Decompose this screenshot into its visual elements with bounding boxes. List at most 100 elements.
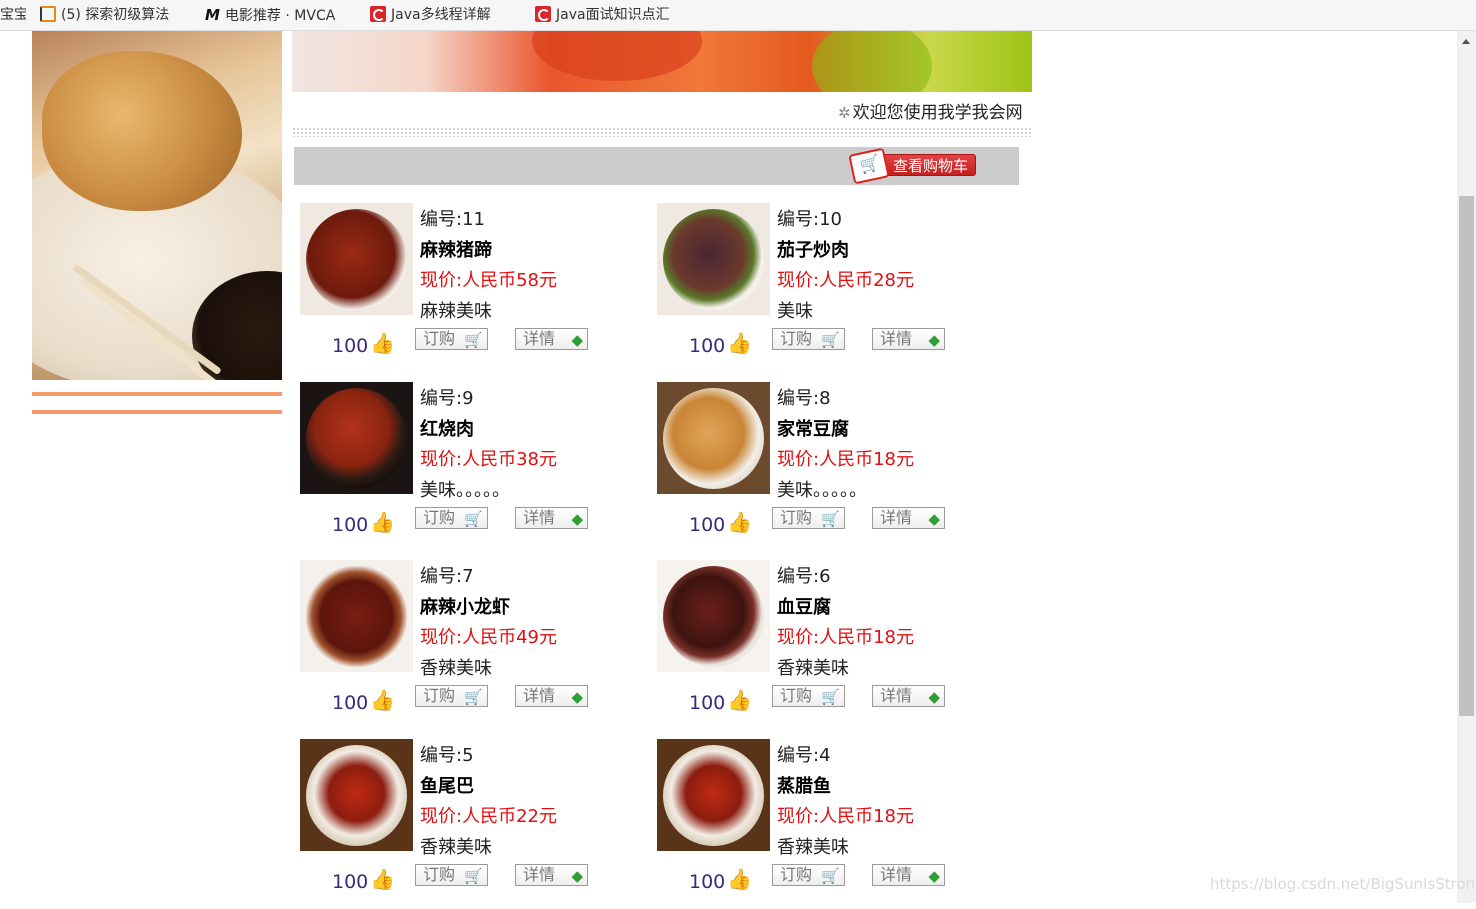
like-count[interactable]: 100 👍 (332, 688, 395, 714)
like-count[interactable]: 100 👍 (332, 510, 395, 536)
product-image[interactable] (300, 739, 413, 851)
product-price: 现价:人民币18元 (777, 806, 914, 827)
order-button[interactable]: 订购 🛒 (772, 328, 845, 350)
product-name: 红烧肉 (420, 419, 474, 440)
product-price: 现价:人民币49元 (420, 627, 557, 648)
like-count[interactable]: 100 👍 (332, 867, 395, 893)
order-button[interactable]: 订购 🛒 (772, 507, 845, 529)
product-number: 编号:7 (420, 566, 474, 587)
divider-line (32, 392, 282, 396)
product-number: 编号:9 (420, 388, 474, 409)
thumbs-up-icon: 👍 (727, 867, 753, 891)
bookmark-item[interactable]: Java面试知识点汇 (535, 5, 683, 25)
like-count[interactable]: 100 👍 (689, 510, 752, 536)
bookmark-item[interactable]: 宝宝 (0, 5, 26, 25)
cart-icon: 🛒 (464, 510, 483, 528)
product-number: 编号:11 (420, 209, 485, 230)
product-image[interactable] (300, 382, 413, 494)
like-count[interactable]: 100 👍 (689, 331, 752, 357)
csdn-icon (535, 6, 551, 22)
detail-button[interactable]: 详情 ◆ (872, 507, 945, 529)
product-description: 香辣美味 (777, 658, 849, 679)
product-image[interactable] (300, 560, 413, 672)
header-banner (292, 31, 1032, 92)
product-image[interactable] (300, 203, 413, 315)
like-count[interactable]: 100 👍 (689, 688, 752, 714)
watermark: https://blog.csdn.net/BigSunIsStrong (1210, 875, 1476, 893)
detail-button[interactable]: 详情 ◆ (515, 864, 588, 886)
product-item: 编号:7 麻辣小龙虾 现价:人民币49元 香辣美味 100 👍 订购 🛒 详情 ◆ (300, 560, 620, 730)
product-item: 编号:10 茄子炒肉 现价:人民币28元 美味 100 👍 订购 🛒 详情 ◆ (657, 203, 977, 373)
product-number: 编号:10 (777, 209, 842, 230)
bookmark-label: Java多线程详解 (391, 7, 491, 23)
product-price: 现价:人民币18元 (777, 627, 914, 648)
product-name: 鱼尾巴 (420, 776, 474, 797)
product-price: 现价:人民币58元 (420, 270, 557, 291)
product-name: 蒸腊鱼 (777, 776, 831, 797)
detail-button[interactable]: 详情 ◆ (515, 328, 588, 350)
order-button[interactable]: 订购 🛒 (772, 685, 845, 707)
detail-button[interactable]: 详情 ◆ (872, 685, 945, 707)
product-description: 麻辣美味 (420, 301, 492, 322)
product-number: 编号:6 (777, 566, 831, 587)
side-photo (32, 31, 282, 380)
detail-icon: ◆ (928, 510, 940, 528)
like-count[interactable]: 100 👍 (689, 867, 752, 893)
detail-button[interactable]: 详情 ◆ (515, 507, 588, 529)
product-name: 家常豆腐 (777, 419, 849, 440)
order-button[interactable]: 订购 🛒 (415, 685, 488, 707)
product-number: 编号:5 (420, 745, 474, 766)
detail-button[interactable]: 详情 ◆ (515, 685, 588, 707)
bookmark-label: 宝宝 (0, 7, 26, 23)
order-button[interactable]: 订购 🛒 (415, 328, 488, 350)
product-item: 编号:9 红烧肉 现价:人民币38元 美味。。。。。 100 👍 订购 🛒 详情 ◆ (300, 382, 620, 552)
bookmarks-bar: 宝宝 (5) 探索初级算法 M 电影推荐 · MVCA Java多线程详解 Jav… (0, 0, 1476, 31)
product-description: 美味。。。。。 (777, 480, 867, 501)
product-item: 编号:8 家常豆腐 现价:人民币18元 美味。。。。。 100 👍 订购 🛒 详情 ◆ (657, 382, 977, 552)
gear-icon: ✲ (838, 104, 851, 120)
leetcode-icon (40, 6, 56, 22)
cart-icon (848, 147, 890, 185)
csdn-icon (370, 6, 386, 22)
thumbs-up-icon: 👍 (370, 510, 396, 534)
product-image[interactable] (657, 382, 770, 494)
cart-icon: 🛒 (821, 867, 840, 885)
detail-icon: ◆ (928, 688, 940, 706)
product-description: 香辣美味 (777, 837, 849, 858)
bookmark-item[interactable]: Java多线程详解 (370, 5, 515, 25)
bookmark-item[interactable]: (5) 探索初级算法 (40, 5, 190, 25)
detail-button[interactable]: 详情 ◆ (872, 328, 945, 350)
like-count[interactable]: 100 👍 (332, 331, 395, 357)
order-button[interactable]: 订购 🛒 (772, 864, 845, 886)
product-description: 美味 (777, 301, 813, 322)
view-cart-label: 查看购物车 (893, 157, 969, 175)
thumbs-up-icon: 👍 (727, 331, 753, 355)
bookmark-label: (5) 探索初级算法 (61, 7, 170, 23)
divider-line (32, 410, 282, 414)
detail-icon: ◆ (571, 331, 583, 349)
thumbs-up-icon: 👍 (370, 331, 396, 355)
product-image[interactable] (657, 203, 770, 315)
bookmark-label: 电影推荐 · MVCA (224, 8, 336, 24)
thumbs-up-icon: 👍 (727, 510, 753, 534)
product-item: 编号:4 蒸腊鱼 现价:人民币18元 香辣美味 100 👍 订购 🛒 详情 ◆ (657, 739, 977, 909)
product-name: 麻辣猪蹄 (420, 240, 492, 261)
product-item: 编号:6 血豆腐 现价:人民币18元 香辣美味 100 👍 订购 🛒 详情 ◆ (657, 560, 977, 730)
scroll-up-arrow-icon[interactable] (1462, 39, 1470, 44)
thumbs-up-icon: 👍 (370, 867, 396, 891)
product-image[interactable] (657, 739, 770, 851)
product-image[interactable] (657, 560, 770, 672)
view-cart-button[interactable]: 查看购物车 (848, 147, 976, 185)
order-button[interactable]: 订购 🛒 (415, 507, 488, 529)
cart-icon: 🛒 (464, 331, 483, 349)
product-description: 香辣美味 (420, 837, 492, 858)
bookmark-item[interactable]: M 电影推荐 · MVCA (205, 5, 353, 25)
cart-icon: 🛒 (464, 867, 483, 885)
detail-button[interactable]: 详情 ◆ (872, 864, 945, 886)
detail-icon: ◆ (571, 867, 583, 885)
order-button[interactable]: 订购 🛒 (415, 864, 488, 886)
bookmark-label: Java面试知识点汇 (556, 7, 670, 23)
vertical-scrollbar[interactable] (1457, 31, 1476, 903)
product-price: 现价:人民币38元 (420, 449, 557, 470)
scroll-thumb[interactable] (1459, 196, 1474, 716)
